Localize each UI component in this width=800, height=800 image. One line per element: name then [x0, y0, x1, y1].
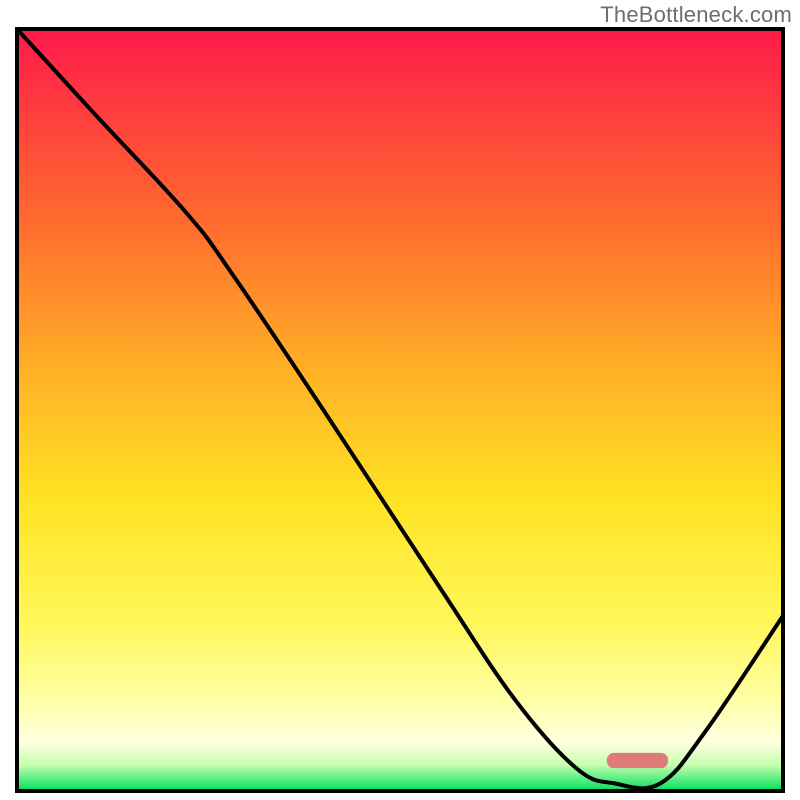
- optimal-range-marker: [607, 753, 668, 768]
- plot-background: [17, 29, 783, 791]
- watermark-text: TheBottleneck.com: [600, 2, 792, 28]
- chart-container: [15, 27, 785, 794]
- bottleneck-chart: [15, 27, 785, 797]
